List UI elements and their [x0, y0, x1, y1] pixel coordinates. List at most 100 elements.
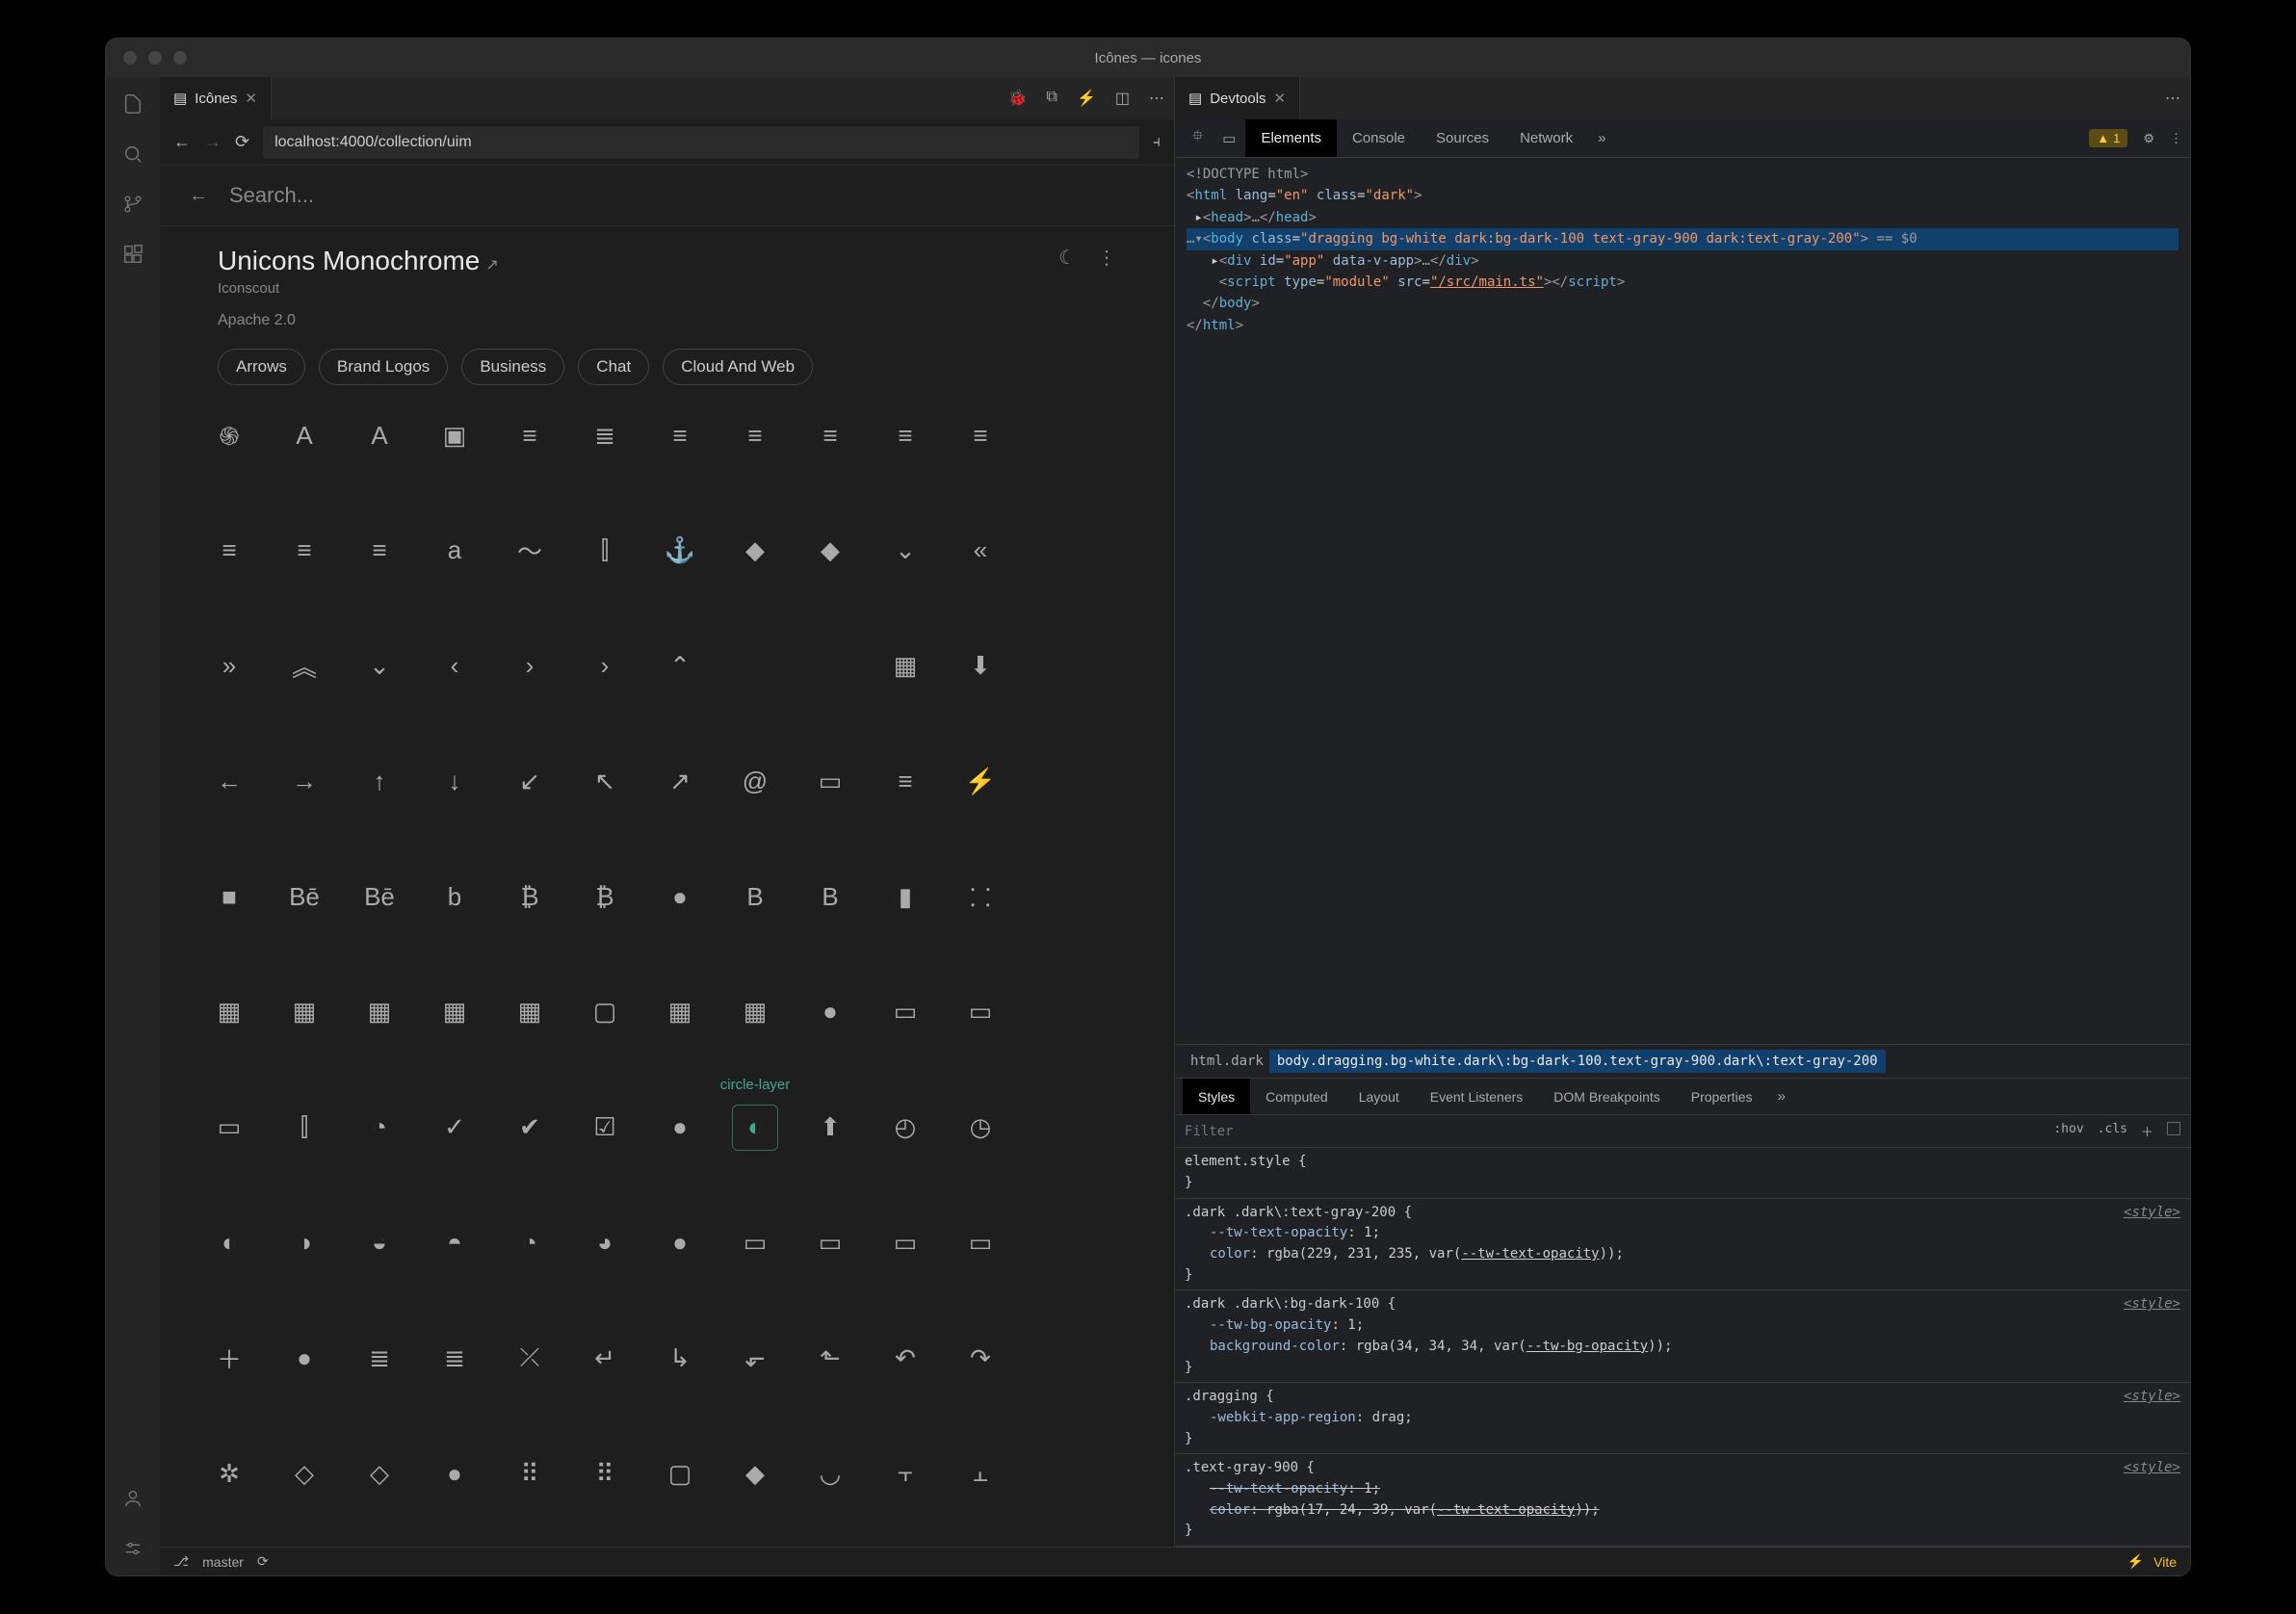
- grid-icon[interactable]: ✔: [507, 1105, 553, 1151]
- grid-icon[interactable]: ◆: [807, 528, 853, 574]
- grid-icon[interactable]: ●: [657, 1105, 703, 1151]
- grid-icon[interactable]: ≡: [807, 412, 853, 458]
- grid-icon[interactable]: Bē: [356, 873, 403, 920]
- grid-icon[interactable]: ≡: [507, 412, 553, 458]
- grid-icon[interactable]: ✲: [206, 1450, 252, 1497]
- grid-icon[interactable]: ≡: [957, 412, 1004, 458]
- grid-icon[interactable]: ︽: [281, 643, 327, 690]
- grid-icon[interactable]: ▭: [206, 1105, 252, 1151]
- branch-name[interactable]: master: [202, 1554, 244, 1570]
- grid-icon[interactable]: Bē: [281, 873, 327, 920]
- grid-icon[interactable]: ◒: [356, 1220, 403, 1266]
- grid-icon[interactable]: ◷: [957, 1105, 1004, 1151]
- grid-icon[interactable]: ≡: [281, 528, 327, 574]
- grid-icon[interactable]: ▦: [356, 989, 403, 1035]
- external-link-icon[interactable]: ⧉: [1047, 89, 1057, 108]
- more-icon[interactable]: ⋯: [1149, 89, 1164, 108]
- subtab-event-listeners[interactable]: Event Listeners: [1415, 1079, 1539, 1114]
- extensions-icon[interactable]: [119, 241, 146, 268]
- grid-icon[interactable]: @: [732, 758, 778, 804]
- grid-icon[interactable]: ☑: [582, 1105, 628, 1151]
- grid-icon[interactable]: ◐circle-layer: [732, 1105, 778, 1151]
- branch-icon[interactable]: [119, 191, 146, 218]
- grid-icon[interactable]: ⸬: [957, 873, 1004, 920]
- grid-icon[interactable]: ↑: [356, 758, 403, 804]
- grid-icon[interactable]: ▭: [957, 1220, 1004, 1266]
- grid-icon[interactable]: A: [356, 412, 403, 458]
- grid-icon[interactable]: ↶: [882, 1335, 928, 1381]
- grid-icon[interactable]: ₿: [507, 873, 553, 920]
- subtab-properties[interactable]: Properties: [1676, 1079, 1768, 1114]
- grid-icon[interactable]: ⫿: [281, 1105, 327, 1151]
- tab-devtools[interactable]: ▤ Devtools ✕: [1175, 77, 1300, 119]
- grid-icon[interactable]: ▦: [732, 989, 778, 1035]
- cls-toggle[interactable]: .cls: [2098, 1122, 2127, 1140]
- tab-network[interactable]: Network: [1504, 119, 1588, 157]
- subtab-computed[interactable]: Computed: [1250, 1079, 1344, 1114]
- grid-icon[interactable]: ⌃: [657, 643, 703, 690]
- grid-icon[interactable]: ⠿: [582, 1450, 628, 1497]
- computed-box-icon[interactable]: [2167, 1122, 2180, 1135]
- grid-icon[interactable]: 〜: [507, 528, 553, 574]
- styles-filter-input[interactable]: [1185, 1124, 2053, 1139]
- more-tabs-icon[interactable]: »: [1768, 1088, 1795, 1105]
- grid-icon[interactable]: A: [281, 412, 327, 458]
- grid-icon[interactable]: ↗: [657, 758, 703, 804]
- vite-label[interactable]: Vite: [2153, 1554, 2177, 1570]
- grid-icon[interactable]: ▭: [807, 1220, 853, 1266]
- grid-icon[interactable]: B: [807, 873, 853, 920]
- chip-chat[interactable]: Chat: [578, 349, 649, 385]
- grid-icon[interactable]: ⚡: [957, 758, 1004, 804]
- subtab-styles[interactable]: Styles: [1183, 1079, 1250, 1114]
- grid-icon[interactable]: ▭: [957, 989, 1004, 1035]
- titlebar[interactable]: Icônes — icones: [106, 39, 2190, 77]
- grid-icon[interactable]: ⫠: [957, 1450, 1004, 1497]
- account-icon[interactable]: [119, 1485, 146, 1512]
- subtab-layout[interactable]: Layout: [1344, 1079, 1415, 1114]
- grid-icon[interactable]: ⫟: [882, 1450, 928, 1497]
- chip-business[interactable]: Business: [461, 349, 564, 385]
- grid-icon[interactable]: ◇: [281, 1450, 327, 1497]
- refresh-button[interactable]: ⟳: [235, 132, 249, 152]
- grid-icon[interactable]: ▦: [206, 989, 252, 1035]
- branch-icon[interactable]: ⎇: [173, 1553, 189, 1570]
- grid-icon[interactable]: ●: [431, 1450, 478, 1497]
- grid-icon[interactable]: ›: [582, 643, 628, 690]
- grid-icon[interactable]: ▣: [431, 412, 478, 458]
- grid-icon[interactable]: ▭: [732, 1220, 778, 1266]
- grid-icon[interactable]: ◆: [732, 1450, 778, 1497]
- grid-icon[interactable]: ▦: [507, 989, 553, 1035]
- grid-icon[interactable]: ⚓: [657, 528, 703, 574]
- grid-icon[interactable]: ▭: [807, 758, 853, 804]
- search-icon[interactable]: [119, 141, 146, 168]
- theme-toggle-icon[interactable]: ☾: [1058, 246, 1076, 270]
- grid-icon[interactable]: ◑: [281, 1220, 327, 1266]
- grid-icon[interactable]: ▦: [281, 989, 327, 1035]
- gear-icon[interactable]: ⚙: [2143, 131, 2154, 146]
- more-icon[interactable]: ⋯: [2165, 89, 2180, 108]
- grid-icon[interactable]: ↓: [431, 758, 478, 804]
- back-button[interactable]: ←: [173, 132, 191, 152]
- tab-icones[interactable]: ▤ Icônes ✕: [160, 77, 272, 119]
- close-icon[interactable]: ✕: [1274, 90, 1287, 107]
- grid-icon[interactable]: ◕: [582, 1220, 628, 1266]
- grid-icon[interactable]: ●: [657, 1220, 703, 1266]
- subtab-dom-breakpoints[interactable]: DOM Breakpoints: [1538, 1079, 1675, 1114]
- kebab-icon[interactable]: ⋮: [2170, 131, 2182, 146]
- grid-icon[interactable]: B: [732, 873, 778, 920]
- grid-icon[interactable]: ⬐: [732, 1335, 778, 1381]
- tab-elements[interactable]: Elements: [1245, 119, 1337, 157]
- grid-icon[interactable]: ▢: [657, 1450, 703, 1497]
- settings-icon[interactable]: [119, 1535, 146, 1562]
- grid-icon[interactable]: ●: [281, 1335, 327, 1381]
- grid-icon[interactable]: ≡: [657, 412, 703, 458]
- tab-sources[interactable]: Sources: [1421, 119, 1504, 157]
- chip-cloud-and-web[interactable]: Cloud And Web: [663, 349, 813, 385]
- inspect-icon[interactable]: ⯐: [1183, 126, 1213, 150]
- grid-icon[interactable]: ⌄: [882, 528, 928, 574]
- grid-icon[interactable]: ▦: [431, 989, 478, 1035]
- grid-icon[interactable]: ⌄: [356, 643, 403, 690]
- grid-icon[interactable]: ◓: [431, 1220, 478, 1266]
- back-arrow-icon[interactable]: ←: [189, 185, 208, 207]
- tab-console[interactable]: Console: [1337, 119, 1421, 157]
